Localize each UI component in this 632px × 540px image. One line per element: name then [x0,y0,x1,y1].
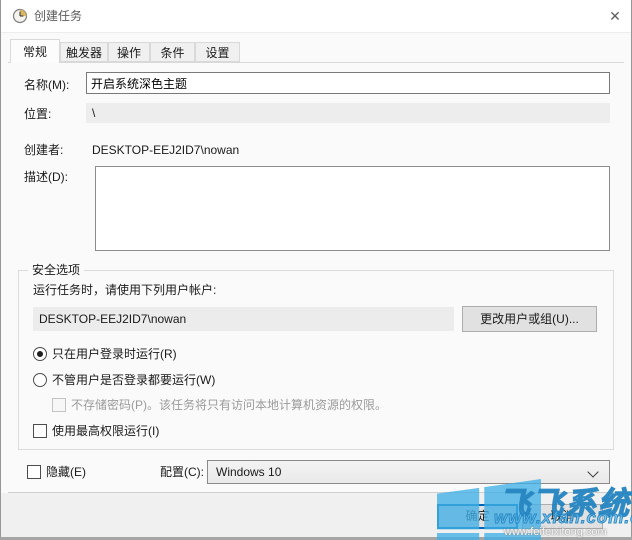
account-value-field: DESKTOP-EEJ2ID7\nowan [33,307,454,331]
titlebar [0,0,632,33]
task-scheduler-icon [12,8,28,24]
checkbox-highest-privileges-label: 使用最高权限运行(I) [52,424,160,438]
description-label: 描述(D): [24,170,68,184]
checkbox-icon [27,465,41,479]
cancel-button[interactable]: 取消 [522,504,603,529]
configure-label: 配置(C): [160,465,204,479]
radio-run-logged-on-label: 只在用户登录时运行(R) [52,347,177,361]
configure-dropdown[interactable]: Windows 10 [207,460,610,484]
chevron-down-icon [587,466,599,478]
author-value: DESKTOP-EEJ2ID7\nowan [92,143,240,157]
checkbox-disabled-icon [52,398,66,412]
change-user-button[interactable]: 更改用户或组(U)... [462,306,597,332]
radio-selected-icon [33,347,47,361]
close-icon[interactable]: ✕ [598,0,632,32]
location-value: \ [86,103,610,123]
dialog-title: 创建任务 [34,9,83,23]
description-textarea[interactable] [95,166,610,251]
author-label: 创建者: [24,143,64,157]
ok-button[interactable]: 确定 [437,504,518,529]
checkbox-hidden-label: 隐藏(E) [46,465,86,479]
tab-strip-line [8,62,624,63]
tab-triggers[interactable]: 触发器 [60,42,108,62]
security-options-title: 安全选项 [28,263,85,277]
configure-dropdown-value: Windows 10 [216,465,282,479]
tab-general[interactable]: 常规 [10,39,60,63]
location-label: 位置: [24,107,52,121]
tab-conditions[interactable]: 条件 [150,42,195,62]
radio-unselected-icon [33,373,47,387]
checkbox-icon [33,424,47,438]
create-task-dialog: 创建任务 ✕ 常规 触发器 操作 条件 设置 名称(M): 位置: \ 创建者:… [0,0,632,540]
account-hint: 运行任务时，请使用下列用户帐户: [33,283,217,297]
name-label: 名称(M): [24,78,70,92]
name-input[interactable] [86,72,610,94]
radio-run-always-label: 不管用户是否登录都要运行(W) [52,373,216,387]
tab-actions[interactable]: 操作 [108,42,150,62]
checkbox-no-password-label: 不存储密码(P)。该任务将只有访问本地计算机资源的权限。 [71,398,387,412]
tab-settings[interactable]: 设置 [195,42,240,62]
window-border-left [0,0,1,540]
